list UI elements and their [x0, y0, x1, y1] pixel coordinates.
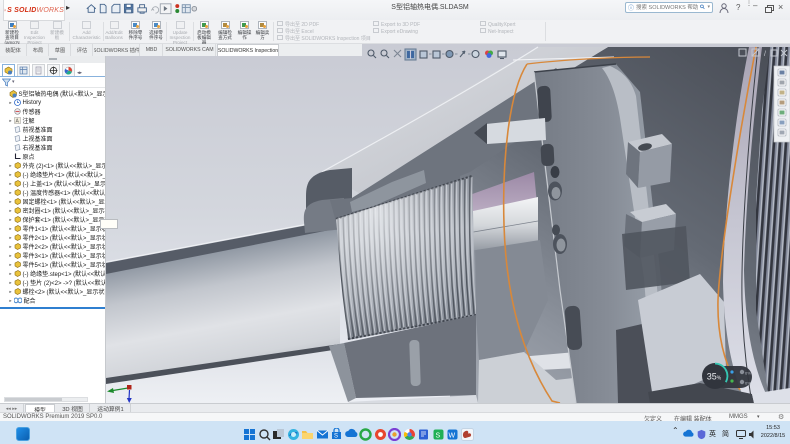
svg-text:S: S [435, 433, 440, 440]
svg-text:6%: 6% [745, 371, 751, 376]
svg-text:6%: 6% [745, 381, 751, 386]
svg-text:/: / [764, 51, 766, 58]
svg-text:W: W [449, 433, 456, 440]
svg-text:S: S [334, 434, 338, 440]
